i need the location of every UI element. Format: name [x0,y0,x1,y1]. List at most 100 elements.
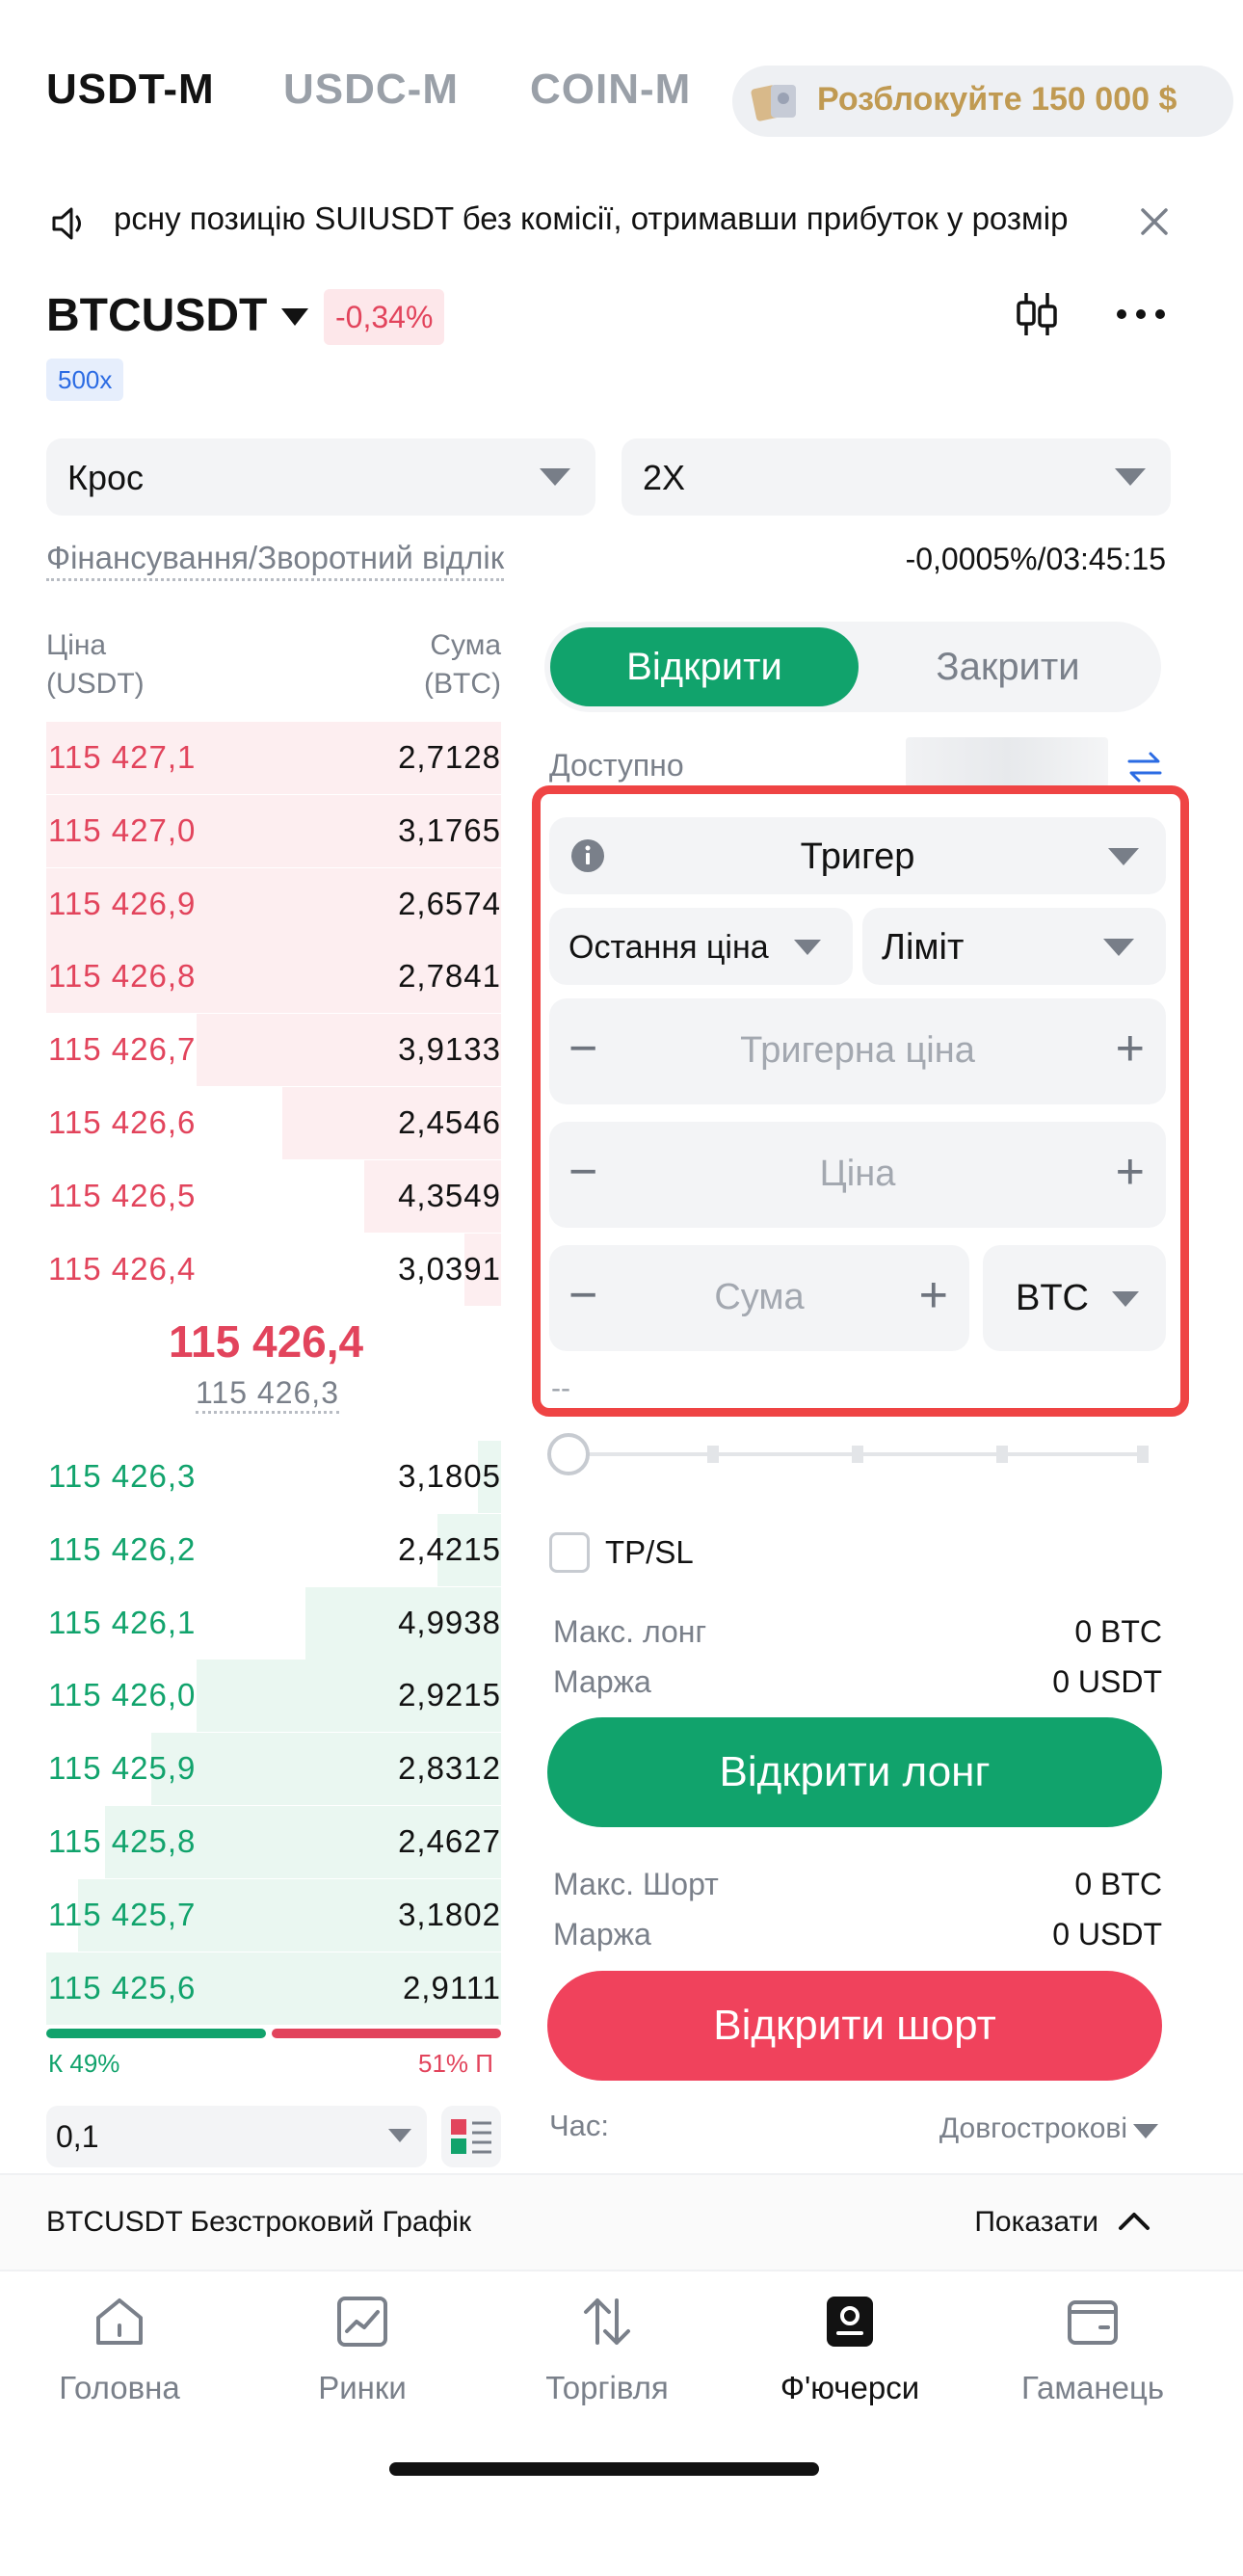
chevron-down-icon [388,2129,411,2142]
ask-row[interactable]: 115 427,0 3,1765 [46,794,501,867]
order-price: 115 425,7 [48,1896,197,1932]
chevron-down-icon [1115,468,1146,486]
order-price: 115 427,1 [48,739,197,775]
margin-mode-select[interactable]: Крос [46,438,595,516]
more-icon[interactable] [1116,305,1166,324]
order-amount: 2,9111 [402,1969,501,2005]
order-price: 115 426,1 [48,1604,197,1640]
ask-row[interactable]: 115 426,8 2,7841 [46,941,501,1014]
book-view-toggle[interactable] [441,2106,501,2167]
ask-row[interactable]: 115 426,4 3,0391 [46,1233,501,1306]
order-amount: 2,4627 [398,1823,501,1859]
max-long-label: Макс. лонг [553,1614,707,1649]
order-price: 115 425,9 [48,1750,197,1787]
book-layout-icon [451,2119,491,2154]
order-price: 115 425,8 [48,1823,197,1859]
last-price[interactable]: 115 426,4 [169,1315,363,1368]
bid-row[interactable]: 115 426,1 4,9938 [46,1586,501,1660]
leverage-select[interactable]: 2X [622,438,1171,516]
ob-price-header: Ціна (USDT) [46,629,145,700]
order-amount: 3,1802 [398,1896,501,1932]
bid-row[interactable]: 115 425,7 3,1802 [46,1878,501,1952]
leverage-value: 2X [643,458,686,497]
order-amount: 3,1765 [398,811,501,848]
order-amount: 2,7841 [398,958,501,995]
margin-long-value: 0 USDT [1052,1664,1162,1699]
ask-row[interactable]: 115 426,7 3,9133 [46,1014,501,1087]
order-amount: 3,1805 [398,1458,501,1494]
promo-text: Розблокуйте 150 000 $ [817,81,1177,118]
close-icon[interactable] [1137,204,1172,239]
margin-short-label: Маржа [553,1917,651,1952]
time-in-force-select[interactable]: Довгострокові [939,2112,1127,2145]
candlestick-chart-icon[interactable] [1012,289,1062,339]
chart-show-button[interactable]: Показати [974,2206,1098,2239]
max-short-value: 0 BTC [1074,1867,1162,1901]
nav-home[interactable]: Головна [23,2291,216,2406]
home-icon [96,2298,143,2345]
precision-value: 0,1 [56,2119,99,2154]
max-leverage-badge: 500x [46,359,124,401]
funding-label[interactable]: Фінансування/Зворотний відлік [46,540,505,581]
order-amount: 2,6574 [398,885,501,921]
price-change-badge: -0,34% [324,289,445,345]
mark-price[interactable]: 115 426,3 [196,1375,339,1414]
chevron-up-icon[interactable] [1118,2210,1150,2231]
tab-usdt-m[interactable]: USDT-M [46,66,215,114]
margin-mode-value: Крос [67,458,145,497]
order-amount: 4,9938 [398,1604,501,1640]
caret-down-icon[interactable] [279,306,310,328]
symbol-name[interactable]: BTCUSDT [46,289,267,342]
gift-cards-icon [751,85,796,121]
speaker-icon [52,207,81,240]
nav-trade-label: Торгівля [545,2370,669,2405]
open-close-switch: Відкрити Закрити [544,622,1161,712]
bid-row[interactable]: 115 426,2 2,4215 [46,1513,501,1586]
ask-row[interactable]: 115 426,9 2,6574 [46,867,501,941]
trade-arrows-icon [584,2298,630,2345]
precision-select[interactable]: 0,1 [46,2106,427,2167]
margin-long-label: Маржа [553,1664,651,1699]
order-amount: 2,9215 [398,1677,501,1713]
announcement-text: рсну позицію SUIUSDT без комісії, отрима… [114,200,1069,236]
amount-slider-handle[interactable] [547,1433,590,1475]
bid-row[interactable]: 115 426,3 3,1805 [46,1441,501,1513]
promo-banner[interactable]: Розблокуйте 150 000 $ [732,66,1233,137]
order-price: 115 426,5 [48,1177,197,1213]
nav-trade[interactable]: Торгівля [511,2291,703,2406]
tab-coin-m[interactable]: COIN-M [530,66,691,114]
bottom-navigation: Головна Ринки Торгівля Ф'ючерси Гаманець [0,2270,1243,2576]
nav-futures-label: Ф'ючерси [780,2370,920,2405]
nav-markets-label: Ринки [318,2370,407,2405]
max-long-value: 0 BTC [1074,1614,1162,1649]
tab-open[interactable]: Відкрити [550,627,859,706]
nav-wallet[interactable]: Гаманець [996,2291,1189,2406]
tpsl-checkbox[interactable] [549,1532,590,1573]
ask-row[interactable]: 115 427,1 2,7128 [46,722,501,794]
short-ratio-label: 51% П [418,2049,493,2078]
nav-markets[interactable]: Ринки [266,2291,459,2406]
market-chart-icon [337,2297,387,2347]
ask-row[interactable]: 115 426,6 2,4546 [46,1087,501,1159]
ask-row[interactable]: 115 426,5 4,3549 [46,1159,501,1233]
chevron-down-icon[interactable] [1133,2124,1158,2138]
bid-row[interactable]: 115 425,9 2,8312 [46,1733,501,1806]
chevron-down-icon [540,468,570,486]
open-long-button[interactable]: Відкрити лонг [547,1717,1162,1827]
available-label: Доступно [549,748,684,783]
order-amount: 3,0391 [398,1250,501,1287]
bid-row[interactable]: 115 425,6 2,9111 [46,1952,501,2025]
open-short-button[interactable]: Відкрити шорт [547,1971,1162,2081]
transfer-icon[interactable] [1125,750,1164,784]
tab-usdc-m[interactable]: USDC-M [283,66,459,114]
announcement-bar[interactable]: рсну позицію SUIUSDT без комісії, отрима… [0,183,1243,270]
bid-row[interactable]: 115 425,8 2,4627 [46,1806,501,1878]
slider-step [852,1446,863,1463]
order-price: 115 426,7 [48,1031,197,1068]
order-amount: 2,4546 [398,1104,501,1140]
tab-close[interactable]: Закрити [859,627,1157,706]
nav-futures[interactable]: Ф'ючерси [754,2291,946,2406]
order-price: 115 425,6 [48,1969,197,2005]
chart-toggle-bar[interactable]: BTCUSDT Безстроковий Графік Показати [0,2173,1243,2270]
bid-row[interactable]: 115 426,0 2,9215 [46,1660,501,1733]
